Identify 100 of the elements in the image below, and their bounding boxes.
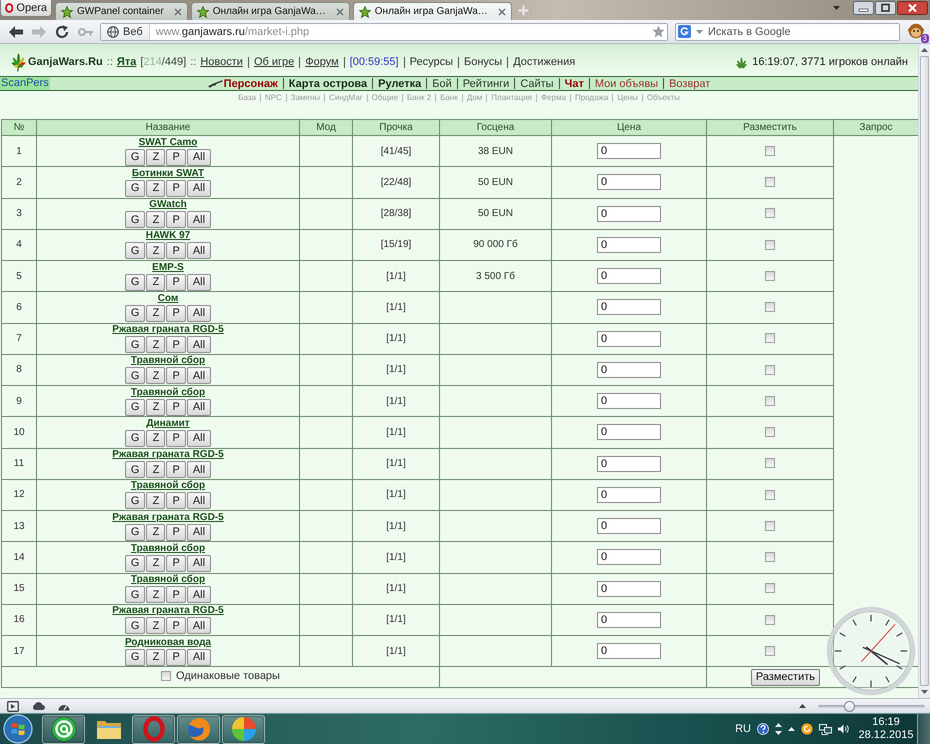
action-button[interactable]: G [124,586,146,604]
action-button[interactable]: Z [146,617,166,634]
item-name-link[interactable]: Ржавая граната RGD-5 [112,512,224,523]
network-icon[interactable] [819,724,832,734]
site-title-link[interactable]: GanjaWars.Ru [28,56,103,68]
item-name-link[interactable]: Травяной сбор [130,542,206,554]
action-button[interactable]: P [166,367,186,384]
header-link[interactable]: Бонусы [464,56,502,68]
action-button[interactable]: G [124,398,146,416]
browser-tab[interactable]: Онлайн игра GanjaWa… [190,2,350,20]
taskbar-app-button[interactable] [222,714,265,744]
action-button[interactable]: All [186,617,212,634]
nav-link[interactable]: Возврат [669,78,710,90]
checkbox[interactable] [765,177,775,188]
web-badge-button[interactable]: Веб [101,24,150,40]
action-button[interactable]: P [166,242,186,260]
checkbox[interactable] [765,208,775,218]
taskbar-app-button[interactable] [177,714,220,744]
action-button[interactable]: All [186,461,212,478]
scrollbar[interactable] [918,44,930,698]
side-link[interactable]: ScanPers [0,77,50,90]
action-button[interactable]: Z [146,430,166,447]
item-name-link[interactable]: Сом [158,292,178,304]
action-button[interactable]: P [166,274,186,291]
checkbox[interactable] [765,240,775,250]
header-link[interactable]: Форум [305,56,339,68]
action-button[interactable]: G [124,148,146,166]
action-button[interactable]: Z [146,180,166,197]
action-button[interactable]: G [124,336,146,354]
action-button[interactable]: All [186,586,212,604]
action-button[interactable]: Z [146,336,166,354]
checkbox[interactable] [765,520,775,531]
header-link[interactable]: Ресурсы [410,56,453,68]
item-name-link[interactable]: Ржавая граната RGD-5 [112,324,224,336]
action-button[interactable]: Z [146,524,166,541]
action-button[interactable]: P [166,554,186,572]
close-icon[interactable] [897,1,928,15]
action-button[interactable]: All [186,274,212,291]
checkbox[interactable] [765,333,775,344]
cloud-icon[interactable] [32,702,45,710]
price-input[interactable]: 0 [597,393,661,410]
price-input[interactable]: 0 [597,643,661,660]
nav-link[interactable]: Персонаж [224,78,278,90]
tray-date[interactable]: 28.12.2015 [858,729,914,742]
action-button[interactable]: Z [146,367,166,384]
action-button[interactable]: P [166,430,186,447]
close-icon[interactable] [498,8,506,16]
header-link[interactable]: Достижения [513,56,576,68]
nav-link[interactable]: Бой [432,78,452,90]
checkbox[interactable] [765,146,775,156]
item-name-link[interactable]: Ботинки SWAT [132,168,204,179]
action-button[interactable]: Z [146,648,166,666]
checkbox[interactable] [765,490,775,500]
up-arrow-icon[interactable] [799,704,806,708]
action-button[interactable]: All [186,148,212,166]
nav-link[interactable]: Мои объявы [594,78,658,90]
browser-tab[interactable]: GWPanel container [55,2,188,20]
action-button[interactable]: G [124,461,146,478]
item-name-link[interactable]: Травяной сбор [130,386,206,398]
action-button[interactable]: P [166,617,186,634]
checkbox[interactable] [765,302,775,312]
action-button[interactable]: Z [146,492,166,510]
minimize-icon[interactable] [853,1,874,15]
place-button[interactable]: Разместить [750,668,820,686]
checkbox[interactable] [765,427,775,438]
action-button[interactable]: Z [146,554,166,572]
action-button[interactable]: All [186,648,212,666]
header-link[interactable]: Об игре [254,56,294,68]
sync-icon[interactable] [801,723,813,735]
price-input[interactable]: 0 [597,612,661,628]
item-name-link[interactable]: Травяной сбор [130,355,206,366]
caret-icon[interactable] [696,30,703,34]
panel-icon[interactable] [7,700,19,712]
action-button[interactable]: Z [146,242,166,260]
slider-thumb[interactable] [844,700,855,712]
price-input[interactable]: 0 [597,299,661,316]
speaker-icon[interactable] [838,724,849,734]
checkbox[interactable] [765,646,775,656]
action-button[interactable]: G [124,180,146,197]
action-button[interactable]: Z [146,211,166,228]
action-button[interactable]: All [186,430,212,447]
nav-link[interactable]: Чат [564,78,584,90]
key-icon[interactable] [78,26,94,36]
action-button[interactable]: All [186,524,212,541]
language-indicator[interactable]: RU [735,723,751,735]
checkbox[interactable] [765,270,775,281]
action-button[interactable]: G [124,242,146,260]
action-button[interactable]: G [124,554,146,572]
checkbox[interactable] [161,671,172,682]
down-arrow-icon[interactable] [921,690,928,694]
action-button[interactable]: G [124,430,146,447]
action-button[interactable]: G [124,304,146,322]
action-button[interactable]: Z [146,398,166,416]
nav-link[interactable]: Сайты [520,78,554,90]
price-input[interactable]: 0 [597,362,661,378]
player-name-link[interactable]: Ята [116,56,136,68]
taskbar-app-button[interactable] [42,714,85,744]
action-button[interactable]: P [166,148,186,166]
action-button[interactable]: P [166,336,186,354]
scrollbar-thumb[interactable] [920,56,929,686]
